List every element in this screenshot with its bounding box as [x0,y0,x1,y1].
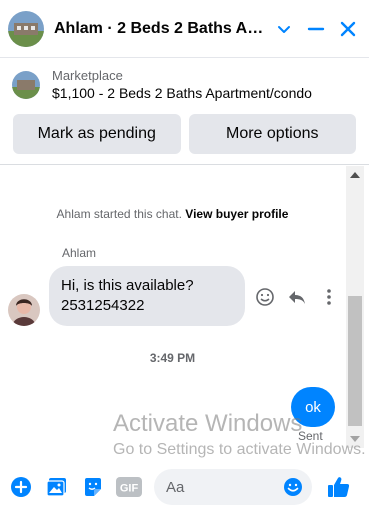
incoming-message-line-2: 2531254322 [61,297,145,314]
gif-label: GIF [120,483,139,495]
more-actions-icon[interactable] [318,286,340,308]
marketplace-label: Marketplace [52,68,123,83]
scroll-down-arrow-icon[interactable] [350,436,360,442]
plus-icon[interactable] [6,472,36,502]
listing-avatar[interactable] [8,10,44,47]
chat-header: Ahlam · 2 Beds 2 Baths Apartment/condo [0,0,369,58]
incoming-message-bubble[interactable]: Hi, is this available? 2531254322 [49,266,245,326]
listing-thumbnail [12,71,40,99]
sticker-icon[interactable] [78,472,108,502]
listing-summary[interactable]: Marketplace $1,100 - 2 Beds 2 Baths Apar… [0,58,369,102]
chat-started-text: Ahlam started this chat. [56,207,182,221]
scroll-up-arrow-icon[interactable] [350,172,360,178]
mark-as-pending-button[interactable]: Mark as pending [13,114,181,154]
more-options-button[interactable]: More options [188,114,356,154]
close-icon[interactable] [335,16,361,42]
chat-title[interactable]: Ahlam · 2 Beds 2 Baths Apartment/condo [54,20,271,38]
marketplace-card: Marketplace $1,100 - 2 Beds 2 Baths Apar… [0,58,369,165]
incoming-message-line-1: Hi, is this available? [61,277,194,294]
message-input[interactable] [166,478,276,496]
message-timestamp: 3:49 PM [149,351,196,365]
sender-name: Ahlam [62,246,97,260]
listing-title: $1,100 - 2 Beds 2 Baths Apartment/condo [52,85,312,101]
message-list: Ahlam started this chat. View buyer prof… [0,166,369,448]
reply-icon[interactable] [286,286,308,308]
emoji-icon[interactable] [282,476,304,498]
sender-avatar[interactable] [8,294,40,326]
gif-icon[interactable]: GIF [114,472,144,502]
minimize-icon[interactable] [303,16,329,42]
chevron-down-icon[interactable] [271,16,297,42]
photo-icon[interactable] [42,472,72,502]
message-composer: GIF [0,460,369,514]
view-buyer-profile-link[interactable]: View buyer profile [185,207,288,221]
chat-started-notice: Ahlam started this chat. View buyer prof… [0,207,345,221]
sent-status: Sent [298,429,323,443]
outgoing-message-bubble[interactable]: ok [291,387,335,427]
message-scrollbar[interactable] [346,166,364,448]
scrollbar-thumb[interactable] [348,296,362,426]
like-icon[interactable] [324,472,354,502]
react-emoji-icon[interactable] [254,286,276,308]
message-input-wrapper[interactable] [154,469,312,505]
